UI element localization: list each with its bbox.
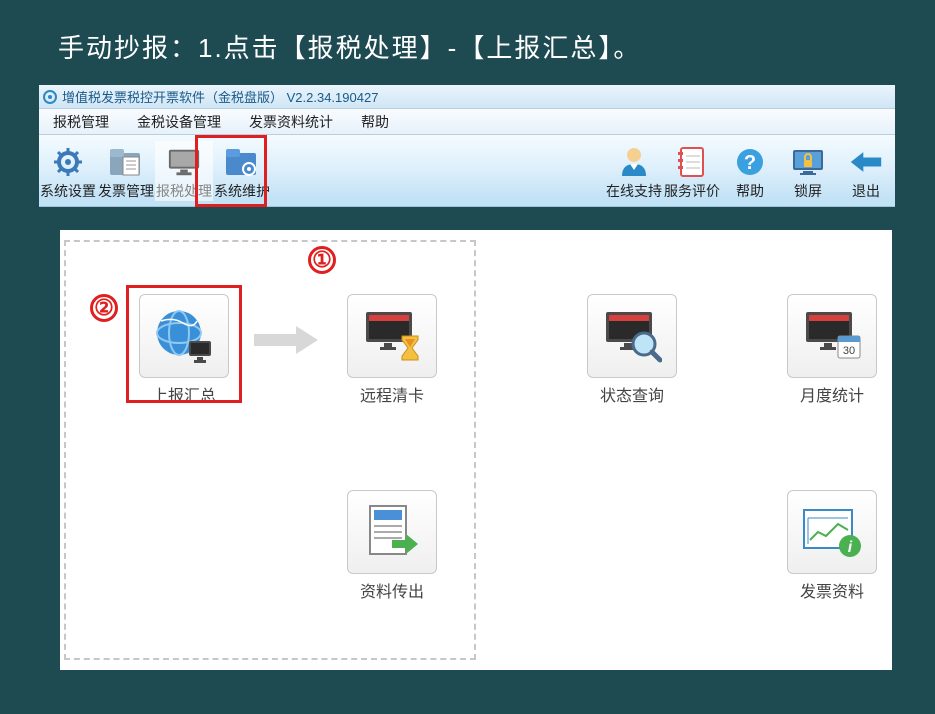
monitor-calendar-icon: 30 [802, 308, 862, 364]
notebook-icon [675, 145, 709, 179]
folder-doc-icon [109, 145, 143, 179]
toolbar-label: 在线支持 [605, 181, 663, 201]
toolbar: 系统设置 发票管理 报税处理 [39, 135, 895, 207]
toolbar-label: 帮助 [721, 181, 779, 201]
toolbar-system-settings[interactable]: 系统设置 [39, 141, 97, 201]
toolbar-help[interactable]: ? 帮助 [721, 141, 779, 201]
toolbar-exit[interactable]: 退出 [837, 141, 895, 201]
tile-upload-summary[interactable]: 上报汇总 [132, 294, 236, 406]
toolbar-lock-screen[interactable]: 锁屏 [779, 141, 837, 201]
tile-monthly-stats[interactable]: 30 月度统计 [780, 294, 884, 406]
tile-data-export[interactable]: 资料传出 [340, 490, 444, 602]
toolbar-label: 发票管理 [97, 181, 155, 201]
invoice-info-icon: i [800, 504, 864, 560]
toolbar-label: 系统设置 [39, 181, 97, 201]
toolbar-label: 服务评价 [663, 181, 721, 201]
toolbar-tax-processing[interactable]: 报税处理 [155, 141, 213, 201]
tile-label: 发票资料 [780, 578, 884, 602]
globe-monitor-icon [153, 307, 215, 365]
tile-label: 远程清卡 [340, 382, 444, 406]
tile-invoice-data[interactable]: i 发票资料 [780, 490, 884, 602]
document-export-icon [364, 502, 420, 562]
monitor-magnify-icon [602, 308, 662, 364]
toolbar-label: 报税处理 [155, 181, 213, 201]
arrow-icon [252, 322, 322, 358]
window-title: 增值税发票税控开票软件（金税盘版） V2.2.34.190427 [62, 87, 378, 106]
tile-status-query[interactable]: 状态查询 [580, 294, 684, 406]
menu-device-management[interactable]: 金税设备管理 [123, 112, 235, 132]
gear-icon [51, 145, 85, 179]
app-icon [43, 90, 57, 104]
lock-screen-icon [791, 145, 825, 179]
callout-1: ① [308, 246, 336, 274]
svg-text:?: ? [744, 152, 756, 174]
question-icon: ? [733, 145, 767, 179]
callout-2: ② [90, 294, 118, 322]
toolbar-system-maintenance[interactable]: 系统维护 [213, 141, 271, 201]
toolbar-label: 退出 [837, 181, 895, 201]
instruction-text: 手动抄报：1.点击【报税处理】-【上报汇总】。 [58, 28, 641, 65]
toolbar-label: 锁屏 [779, 181, 837, 201]
titlebar: 增值税发票税控开票软件（金税盘版） V2.2.34.190427 [39, 85, 895, 109]
toolbar-invoice-management[interactable]: 发票管理 [97, 141, 155, 201]
menu-help[interactable]: 帮助 [347, 112, 403, 132]
toolbar-online-support[interactable]: 在线支持 [605, 141, 663, 201]
menu-tax-management[interactable]: 报税管理 [39, 112, 123, 132]
monitor-icon [167, 145, 201, 179]
person-icon [617, 145, 651, 179]
app-window: 增值税发票税控开票软件（金税盘版） V2.2.34.190427 报税管理 金税… [39, 85, 895, 207]
svg-text:30: 30 [843, 345, 855, 357]
back-arrow-icon [849, 145, 883, 179]
svg-text:i: i [848, 539, 853, 556]
tile-label: 上报汇总 [132, 382, 236, 406]
menu-invoice-stats[interactable]: 发票资料统计 [235, 112, 347, 132]
tile-label: 状态查询 [580, 382, 684, 406]
monitor-hourglass-icon [362, 308, 422, 364]
tile-label: 月度统计 [780, 382, 884, 406]
tile-label: 资料传出 [340, 578, 444, 602]
content-area: ① ② 上报汇总 [60, 230, 892, 670]
tile-remote-clear[interactable]: 远程清卡 [340, 294, 444, 406]
toolbar-service-rating[interactable]: 服务评价 [663, 141, 721, 201]
folder-gear-icon [225, 145, 259, 179]
menubar: 报税管理 金税设备管理 发票资料统计 帮助 [39, 109, 895, 135]
toolbar-label: 系统维护 [213, 181, 271, 201]
